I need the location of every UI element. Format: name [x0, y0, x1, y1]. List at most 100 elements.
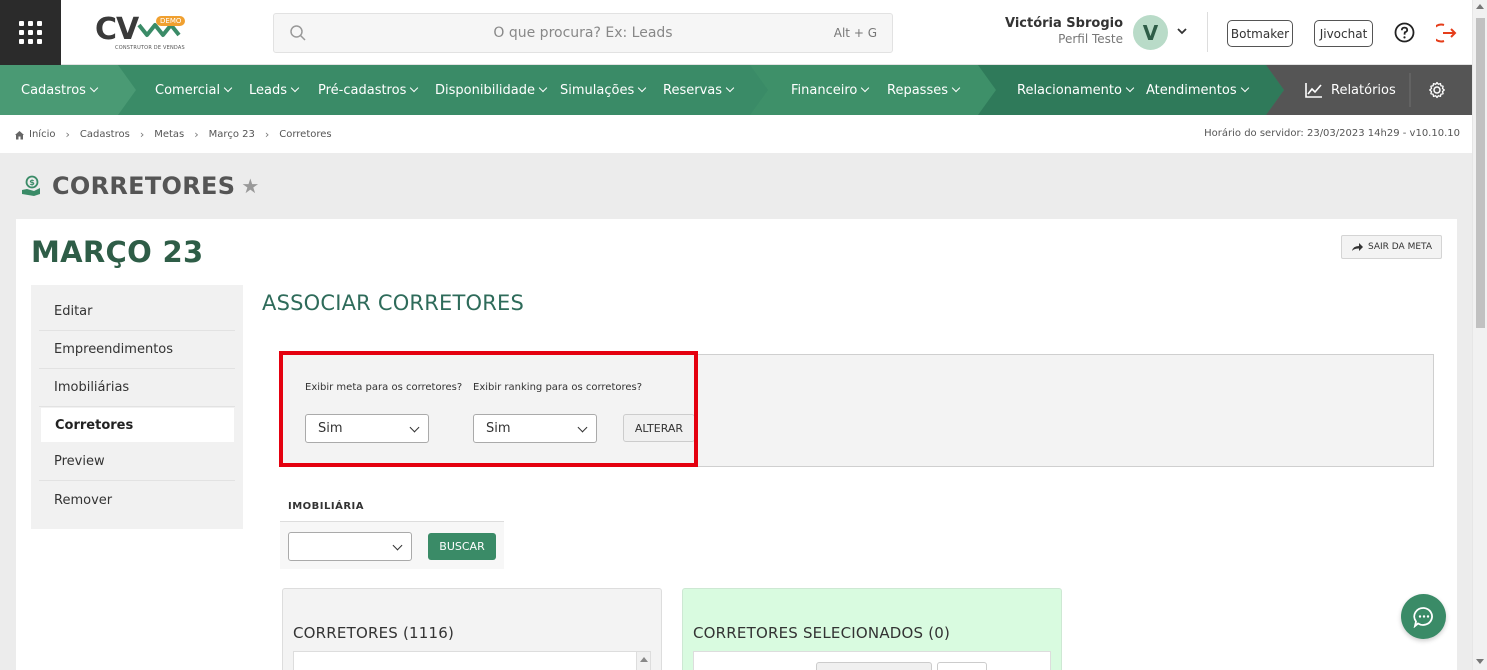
share-arrow-icon [1351, 243, 1363, 251]
chevron-down-icon [89, 83, 99, 93]
page-title-text: CORRETORES [52, 172, 236, 200]
nav-atendimentos[interactable]: Atendimentos [1146, 65, 1249, 115]
breadcrumb-item[interactable]: Início [29, 129, 55, 140]
nav-simulacoes[interactable]: Simulações [560, 65, 647, 115]
top-bar: CV DEMO CONSTRUTOR DE VENDAS O que procu… [0, 0, 1472, 65]
chevron-down-icon [223, 83, 233, 93]
page-scrollbar[interactable] [1472, 0, 1487, 670]
chevron-right-icon: › [139, 128, 145, 141]
gear-icon[interactable] [1428, 81, 1446, 99]
logo-text: CV [95, 12, 139, 47]
side-menu-empreendimentos[interactable]: Empreendimentos [39, 331, 235, 369]
main-nav: Cadastros Comercial Leads Pré-cadastros … [0, 65, 1472, 115]
nav-label: Financeiro [791, 82, 858, 98]
nav-label: Simulações [560, 82, 635, 98]
header-divider [1207, 12, 1208, 52]
chevron-down-icon [1125, 83, 1135, 93]
nav-label: Cadastros [21, 82, 86, 98]
scroll-up-icon[interactable] [640, 657, 648, 662]
real-estate-label: IMOBILIÁRIA [288, 501, 365, 512]
chevron-down-icon [392, 540, 403, 551]
nav-label: Leads [249, 82, 288, 98]
apps-menu-button[interactable] [0, 0, 61, 65]
nav-relacionamento[interactable]: Relacionamento [1017, 65, 1135, 115]
nav-label: Atendimentos [1146, 82, 1237, 98]
brokers-panel: CORRETORES (1116) [282, 588, 662, 670]
breadcrumb-item[interactable]: Março 23 [209, 129, 255, 140]
exit-goal-button[interactable]: SAIR DA META [1341, 235, 1442, 259]
nav-repasses[interactable]: Repasses [887, 65, 961, 115]
scrollbar-thumb[interactable] [1476, 18, 1485, 328]
chevron-down-icon [538, 83, 548, 93]
breadcrumb-item[interactable]: Metas [154, 129, 184, 140]
user-name: Victória Sbrogio [1005, 16, 1124, 31]
logo-subtitle: CONSTRUTOR DE VENDAS [115, 45, 185, 51]
search-button[interactable]: BUSCAR [428, 533, 496, 560]
money-hand-icon: $ [22, 175, 40, 196]
selected-brokers-control[interactable] [937, 662, 987, 670]
selected-brokers-list[interactable] [693, 651, 1051, 670]
help-icon[interactable] [1394, 22, 1415, 43]
nav-label: Pré-cadastros [318, 82, 407, 98]
goal-title: MARÇO 23 [31, 235, 204, 269]
nav-disponibilidade[interactable]: Disponibilidade [435, 65, 548, 115]
nav-label: Reservas [663, 82, 722, 98]
chevron-down-icon [1240, 83, 1249, 93]
nav-cadastros[interactable]: Cadastros [21, 65, 99, 115]
real-estate-select[interactable] [288, 532, 412, 561]
jivochat-button[interactable]: Jivochat [1314, 20, 1373, 47]
selected-brokers-control[interactable] [816, 662, 932, 670]
chevron-down-icon[interactable] [1176, 25, 1188, 37]
page-title: $ CORRETORES ★ [20, 172, 259, 200]
server-time: Horário do servidor: 23/03/2023 14h29 - … [1204, 128, 1460, 139]
scroll-up-icon[interactable] [1476, 4, 1484, 9]
side-menu-remover[interactable]: Remover [39, 481, 235, 519]
side-menu-preview[interactable]: Preview [39, 443, 235, 481]
favorite-star-icon[interactable]: ★ [241, 174, 259, 198]
breadcrumb: Início › Cadastros › Metas › Março 23 › … [14, 128, 332, 141]
brokers-title: CORRETORES (1116) [293, 624, 455, 642]
selected-brokers-panel: CORRETORES SELECIONADOS (0) [682, 588, 1062, 670]
breadcrumb-item-current: Corretores [279, 129, 332, 140]
nav-relatorios[interactable]: Relatórios [1305, 65, 1396, 115]
highlight-box [279, 351, 698, 467]
global-search[interactable]: O que procura? Ex: Leads Alt + G [273, 13, 893, 53]
botmaker-button[interactable]: Botmaker [1227, 20, 1293, 47]
scroll-down-icon[interactable] [1476, 659, 1484, 664]
side-menu: Editar Empreendimentos Imobiliárias Corr… [31, 285, 243, 529]
real-estate-header: IMOBILIÁRIA [280, 491, 504, 522]
user-role: Perfil Teste [1058, 32, 1123, 46]
nav-label: Comercial [155, 82, 221, 98]
nav-leads[interactable]: Leads [249, 65, 300, 115]
chart-line-icon [1305, 83, 1322, 98]
exit-goal-label: SAIR DA META [1367, 242, 1432, 252]
avatar[interactable]: V [1133, 15, 1168, 50]
nav-reservas[interactable]: Reservas [663, 65, 735, 115]
nav-comercial[interactable]: Comercial [155, 65, 233, 115]
side-menu-imobiliarias[interactable]: Imobiliárias [39, 369, 235, 407]
selected-brokers-title: CORRETORES SELECIONADOS (0) [693, 624, 951, 642]
side-menu-corretores[interactable]: Corretores [41, 408, 234, 442]
main-card: MARÇO 23 SAIR DA META Editar Empreendime… [16, 219, 1457, 670]
search-shortcut: Alt + G [833, 26, 877, 40]
nav-label: Disponibilidade [435, 82, 536, 98]
nav-label: Relacionamento [1017, 82, 1122, 98]
grid-icon [19, 21, 42, 44]
nav-label: Repasses [887, 82, 948, 98]
logo[interactable]: CV DEMO CONSTRUTOR DE VENDAS [95, 13, 190, 55]
chat-bubble-icon [1412, 606, 1433, 628]
logout-icon[interactable] [1436, 22, 1458, 44]
chat-button[interactable] [1401, 594, 1446, 639]
side-menu-editar[interactable]: Editar [39, 293, 235, 331]
user-info[interactable]: Victória Sbrogio Perfil Teste [1005, 16, 1123, 46]
chevron-down-icon [861, 83, 870, 93]
brokers-list[interactable] [293, 651, 651, 670]
home-icon [15, 130, 24, 139]
breadcrumb-item[interactable]: Cadastros [80, 129, 130, 140]
search-input[interactable]: O que procura? Ex: Leads [274, 25, 892, 41]
chevron-right-icon: › [194, 128, 199, 141]
brokers-list-scrollbar[interactable] [636, 652, 650, 670]
nav-financeiro[interactable]: Financeiro [791, 65, 870, 115]
section-title: ASSOCIAR CORRETORES [262, 291, 525, 315]
nav-pre-cadastros[interactable]: Pré-cadastros [318, 65, 419, 115]
